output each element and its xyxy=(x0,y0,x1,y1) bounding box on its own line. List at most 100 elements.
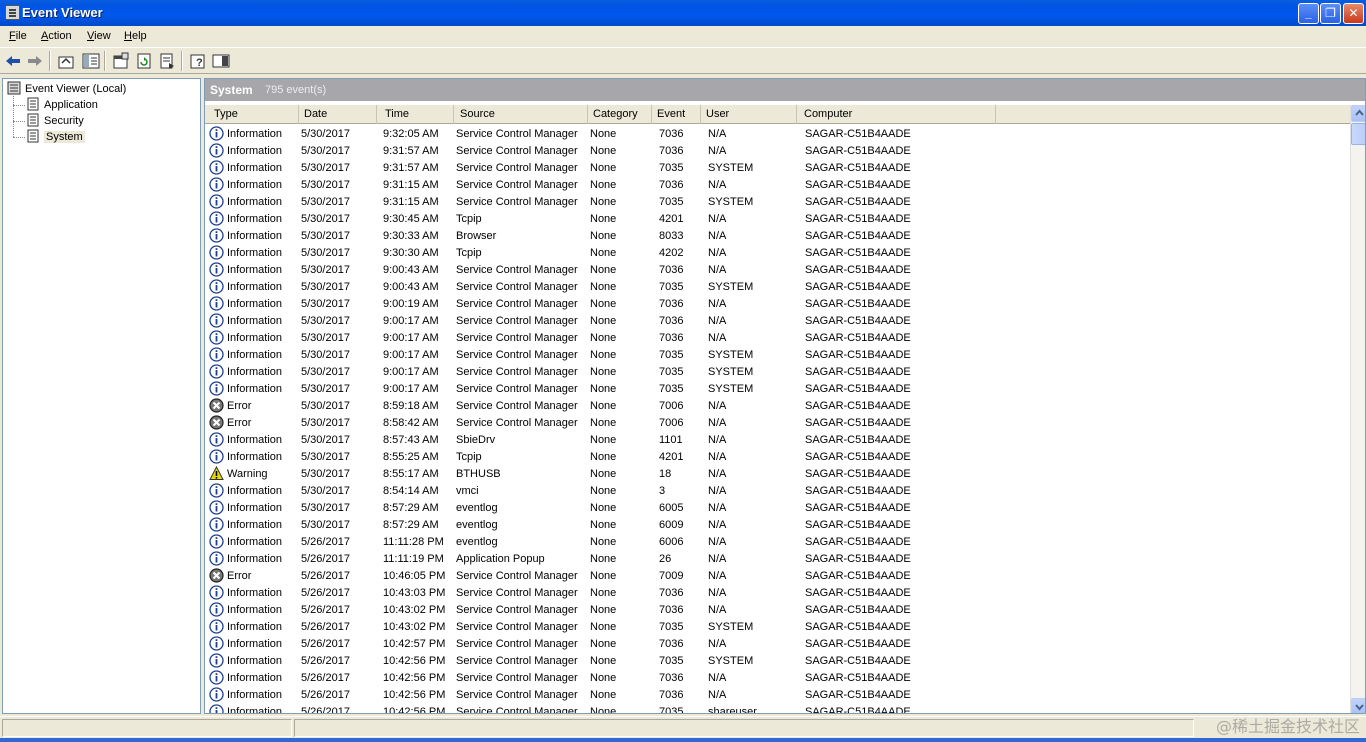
table-row[interactable]: Warning 5/30/2017 8:55:17 AM BTHUSB None 18 N/… xyxy=(205,466,1350,483)
show-hide-console-tree-icon[interactable] xyxy=(81,51,101,71)
cell-event: 7006 xyxy=(659,400,684,412)
cell-date: 5/26/2017 xyxy=(301,553,350,565)
table-row[interactable]: Information 5/30/2017 8:54:14 AM vmci None 3 N… xyxy=(205,483,1350,500)
table-row[interactable]: Information 5/30/2017 8:57:29 AM eventlog No… xyxy=(205,517,1350,534)
tree-root-event-viewer[interactable]: Event Viewer (Local) xyxy=(7,81,126,95)
table-row[interactable]: Error 5/30/2017 8:58:42 AM Service Control … xyxy=(205,415,1350,432)
table-row[interactable]: Error 5/26/2017 10:46:05 PM Service Control… xyxy=(205,568,1350,585)
table-row[interactable]: Error 5/30/2017 8:59:18 AM Service Control … xyxy=(205,398,1350,415)
table-row[interactable]: Information 5/26/2017 10:43:02 PM Service C… xyxy=(205,619,1350,636)
title-bar[interactable]: Event Viewer _ ❐ ✕ xyxy=(0,0,1366,26)
table-row[interactable]: Information 5/26/2017 10:42:56 PM Service C… xyxy=(205,670,1350,687)
column-date[interactable]: Date xyxy=(299,105,377,124)
cell-source: eventlog xyxy=(456,536,498,548)
cell-time: 10:43:02 PM xyxy=(383,604,446,616)
scroll-down-button[interactable] xyxy=(1351,698,1365,713)
cell-category: None xyxy=(590,672,617,684)
cell-computer: SAGAR-C51B4AADE xyxy=(805,672,911,684)
table-row[interactable]: Information 5/30/2017 9:30:30 AM Tcpip None 4… xyxy=(205,245,1350,262)
up-one-level-icon[interactable] xyxy=(56,51,76,71)
table-row[interactable]: Information 5/30/2017 9:00:17 AM Service Co… xyxy=(205,347,1350,364)
table-row[interactable]: Information 5/30/2017 9:32:05 AM Service Co… xyxy=(205,126,1350,143)
table-row[interactable]: Information 5/30/2017 9:30:45 AM Tcpip None 4… xyxy=(205,211,1350,228)
table-row[interactable]: Information 5/26/2017 11:11:19 PM Applicati… xyxy=(205,551,1350,568)
table-row[interactable]: Information 5/30/2017 9:30:33 AM Browser Non… xyxy=(205,228,1350,245)
table-row[interactable]: Information 5/30/2017 9:00:17 AM Service Co… xyxy=(205,364,1350,381)
table-row[interactable]: Information 5/30/2017 9:00:43 AM Service Co… xyxy=(205,262,1350,279)
help-icon[interactable]: ? xyxy=(188,51,208,71)
column-computer[interactable]: Computer xyxy=(799,105,996,124)
cell-time: 9:31:57 AM xyxy=(383,162,439,174)
table-row[interactable]: Information 5/30/2017 9:00:17 AM Service Co… xyxy=(205,381,1350,398)
cell-time: 10:46:05 PM xyxy=(383,570,446,582)
close-button[interactable]: ✕ xyxy=(1343,3,1364,24)
table-row[interactable]: Information 5/30/2017 9:00:17 AM Service Co… xyxy=(205,313,1350,330)
table-row[interactable]: Information 5/30/2017 9:31:57 AM Service Co… xyxy=(205,143,1350,160)
menu-help[interactable]: Help xyxy=(124,30,147,42)
restore-button[interactable]: ❐ xyxy=(1320,3,1341,24)
minimize-button[interactable]: _ xyxy=(1298,3,1319,24)
menu-file[interactable]: File xyxy=(9,30,27,42)
show-hide-action-pane-icon[interactable] xyxy=(211,51,231,71)
column-time[interactable]: Time xyxy=(380,105,454,124)
table-row[interactable]: Information 5/30/2017 9:00:17 AM Service Co… xyxy=(205,330,1350,347)
information-icon xyxy=(209,619,224,634)
column-type[interactable]: Type xyxy=(209,105,299,124)
cell-date: 5/30/2017 xyxy=(301,264,350,276)
forward-arrow-icon[interactable] xyxy=(25,51,45,71)
cell-time: 10:42:56 PM xyxy=(383,689,446,701)
cell-category: None xyxy=(590,332,617,344)
column-user[interactable]: User xyxy=(701,105,797,124)
table-row[interactable]: Information 5/26/2017 10:42:56 PM Service C… xyxy=(205,704,1350,713)
cell-category: None xyxy=(590,570,617,582)
cell-user: N/A xyxy=(708,298,727,310)
table-row[interactable]: Information 5/26/2017 10:43:03 PM Service C… xyxy=(205,585,1350,602)
export-list-icon[interactable] xyxy=(157,51,177,71)
table-row[interactable]: Information 5/26/2017 11:11:28 PM eventlog N… xyxy=(205,534,1350,551)
cell-user: N/A xyxy=(708,638,727,650)
table-row[interactable]: Information 5/30/2017 9:31:15 AM Service Co… xyxy=(205,194,1350,211)
information-icon xyxy=(209,211,224,226)
scroll-up-button[interactable] xyxy=(1351,105,1365,122)
information-icon xyxy=(209,704,224,713)
cell-computer: SAGAR-C51B4AADE xyxy=(805,434,911,446)
column-category[interactable]: Category xyxy=(588,105,652,124)
table-row[interactable]: Information 5/30/2017 8:57:29 AM eventlog No… xyxy=(205,500,1350,517)
cell-type: Information xyxy=(227,366,283,378)
menu-view[interactable]: View xyxy=(87,30,111,42)
cell-user: N/A xyxy=(708,519,727,531)
table-row[interactable]: Information 5/30/2017 9:31:57 AM Service Co… xyxy=(205,160,1350,177)
properties-icon[interactable] xyxy=(111,51,131,71)
table-row[interactable]: Information 5/26/2017 10:42:56 PM Service C… xyxy=(205,687,1350,704)
cell-user: N/A xyxy=(708,400,727,412)
cell-category: None xyxy=(590,434,617,446)
column-source[interactable]: Source xyxy=(455,105,588,124)
cell-date: 5/30/2017 xyxy=(301,485,350,497)
cell-user: N/A xyxy=(708,536,727,548)
table-row[interactable]: Information 5/26/2017 10:42:56 PM Service C… xyxy=(205,653,1350,670)
table-row[interactable]: Information 5/30/2017 9:00:43 AM Service Co… xyxy=(205,279,1350,296)
cell-type: Information xyxy=(227,179,283,191)
cell-user: SYSTEM xyxy=(708,621,754,633)
information-icon xyxy=(209,432,224,447)
cell-date: 5/26/2017 xyxy=(301,655,350,667)
information-icon xyxy=(209,296,224,311)
back-arrow-icon[interactable] xyxy=(3,51,23,71)
tree-item-system[interactable]: System xyxy=(26,129,85,143)
table-row[interactable]: Information 5/30/2017 8:55:25 AM Tcpip None 4… xyxy=(205,449,1350,466)
column-event[interactable]: Event xyxy=(652,105,701,124)
table-row[interactable]: Information 5/30/2017 9:31:15 AM Service Co… xyxy=(205,177,1350,194)
vertical-scrollbar[interactable] xyxy=(1350,105,1365,713)
refresh-icon[interactable] xyxy=(134,51,154,71)
table-row[interactable]: Information 5/26/2017 10:42:57 PM Service C… xyxy=(205,636,1350,653)
scroll-thumb[interactable] xyxy=(1351,123,1365,145)
tree-item-application[interactable]: Application xyxy=(26,97,98,111)
menu-action[interactable]: Action xyxy=(41,30,72,42)
event-viewer-app-icon[interactable] xyxy=(5,5,20,20)
table-row[interactable]: Information 5/26/2017 10:43:02 PM Service C… xyxy=(205,602,1350,619)
cell-type: Information xyxy=(227,349,283,361)
table-row[interactable]: Information 5/30/2017 9:00:19 AM Service Co… xyxy=(205,296,1350,313)
tree-item-security[interactable]: Security xyxy=(26,113,84,127)
pane-title: System xyxy=(210,83,253,97)
table-row[interactable]: Information 5/30/2017 8:57:43 AM SbieDrv Non… xyxy=(205,432,1350,449)
